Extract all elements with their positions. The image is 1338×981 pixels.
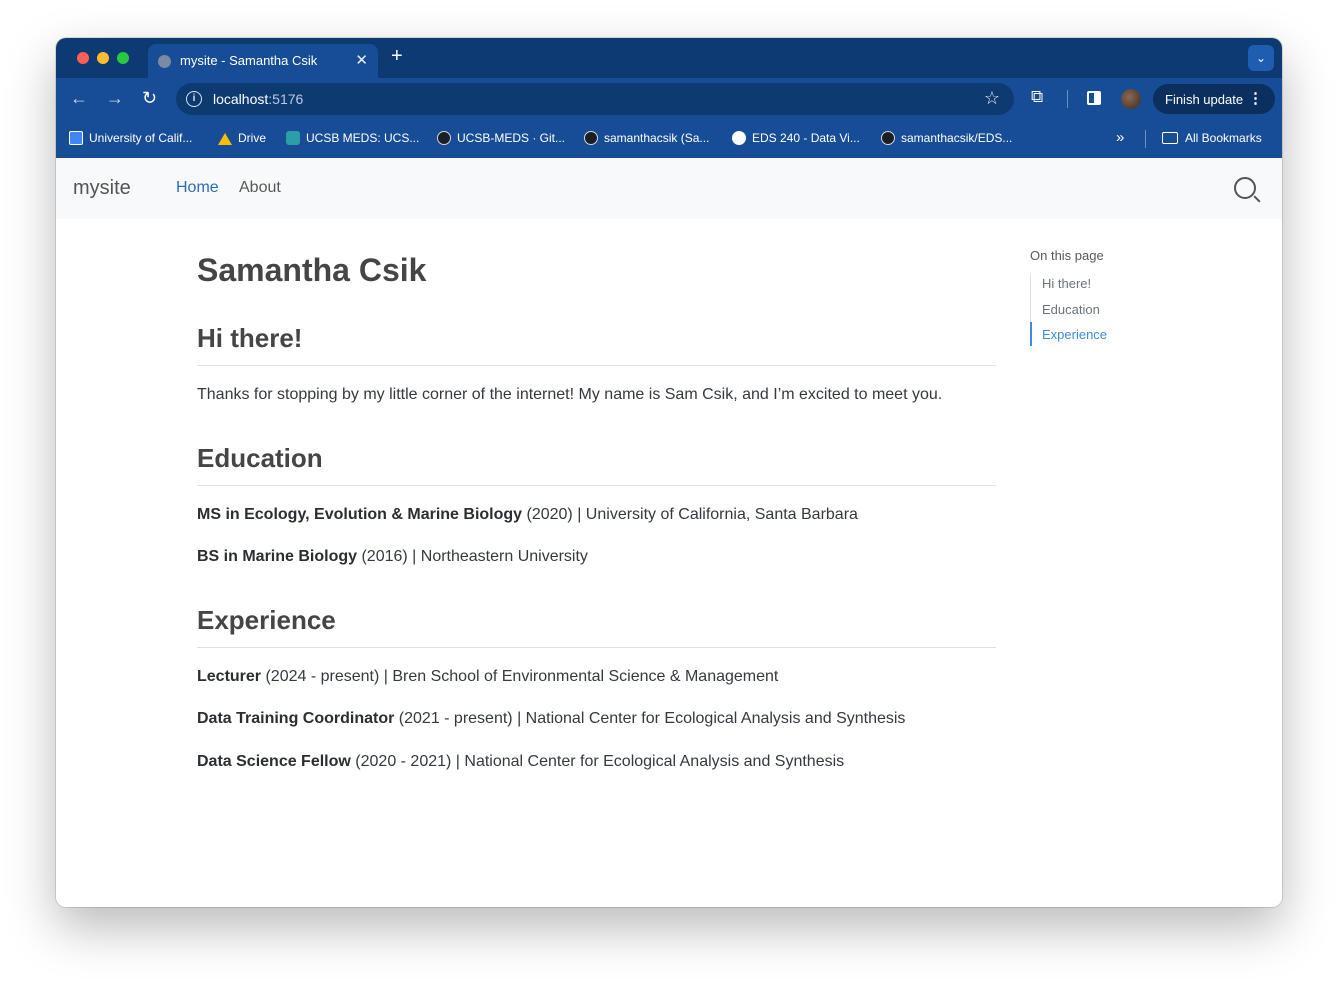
- back-button[interactable]: ←: [70, 88, 88, 109]
- tab-search-button[interactable]: ⌄: [1248, 45, 1274, 71]
- degree: MS in Ecology, Evolution & Marine Biolog…: [197, 506, 523, 523]
- site-info-icon[interactable]: i: [186, 91, 202, 107]
- divider: [197, 647, 996, 648]
- menu-dots-icon: ⋮: [1248, 90, 1263, 107]
- new-tab-button[interactable]: +: [391, 45, 403, 68]
- bookmarks-bar: University of Calif... Drive UCSB MEDS: …: [56, 120, 1282, 158]
- github-icon: [584, 131, 598, 145]
- education-item: MS in Ecology, Evolution & Marine Biolog…: [197, 506, 858, 524]
- toolbar-divider: [1067, 90, 1068, 108]
- extensions-icon[interactable]: ⧉: [1031, 87, 1043, 107]
- bookmark-label: UCSB-MEDS · Git...: [457, 131, 566, 145]
- browser-toolbar: ← → ↻ i localhost:5176 ☆ ⧉ Finish update…: [56, 78, 1282, 120]
- role-detail: (2024 - present) | Bren School of Enviro…: [261, 668, 779, 685]
- bookmark-label: samanthacsik/EDS...: [901, 131, 1013, 145]
- calendar-icon: [69, 131, 83, 145]
- bookmark-ucsb-meds-github[interactable]: UCSB-MEDS · Git...: [437, 131, 565, 145]
- bookmark-samanthacsik-eds[interactable]: samanthacsik/EDS...: [881, 131, 1012, 145]
- toc-list: Hi there! Education Experience: [1030, 274, 1141, 346]
- finish-update-label: Finish update: [1165, 92, 1244, 107]
- toc-item-experience[interactable]: Experience: [1042, 327, 1107, 342]
- url-text[interactable]: localhost:5176: [213, 91, 303, 107]
- heading-experience: Experience: [197, 605, 336, 635]
- role: Data Science Fellow: [197, 753, 351, 770]
- tab-active[interactable]: mysite - Samantha Csik ✕: [148, 44, 378, 78]
- bookmarks-overflow-button[interactable]: »: [1116, 129, 1124, 146]
- bookmark-label: University of Calif...: [89, 131, 193, 145]
- bookmark-eds240[interactable]: EDS 240 - Data Vi...: [732, 131, 860, 145]
- address-bar[interactable]: i localhost:5176 ☆: [176, 83, 1014, 115]
- bookmark-label: UCSB MEDS: UCS...: [306, 131, 420, 145]
- toc-item-education[interactable]: Education: [1042, 302, 1100, 317]
- minimize-window-button[interactable]: [97, 52, 109, 64]
- folder-icon: [1162, 132, 1178, 144]
- education-item: BS in Marine Biology (2016) | Northeaste…: [197, 548, 588, 566]
- url-host: localhost: [213, 91, 269, 107]
- globe-icon: [732, 131, 746, 145]
- tab-strip: mysite - Samantha Csik ✕ + ⌄: [56, 38, 1282, 78]
- bookmark-drive[interactable]: Drive: [218, 131, 266, 145]
- role: Data Training Coordinator: [197, 710, 395, 727]
- toc-item-hi-there[interactable]: Hi there!: [1042, 276, 1091, 291]
- site-brand[interactable]: mysite: [73, 177, 131, 200]
- finish-update-button[interactable]: Finish update ⋮: [1153, 84, 1275, 114]
- toc-title: On this page: [1030, 248, 1104, 263]
- degree-detail: (2020) | University of California, Santa…: [522, 506, 858, 523]
- bookmark-label: EDS 240 - Data Vi...: [752, 131, 860, 145]
- bookmark-label: Drive: [238, 131, 267, 145]
- close-icon[interactable]: ✕: [355, 51, 368, 69]
- degree: BS in Marine Biology: [197, 548, 358, 565]
- forward-button[interactable]: →: [106, 88, 124, 109]
- web-page: mysite Home About Samantha Csik Hi there…: [56, 158, 1282, 907]
- github-icon: [437, 131, 451, 145]
- tab-title: mysite - Samantha Csik: [180, 53, 318, 68]
- role: Lecturer: [197, 668, 262, 685]
- bookmark-label: samanthacsik (Sa...: [604, 131, 710, 145]
- intro-text: Thanks for stopping by my little corner …: [197, 386, 943, 403]
- browser-window: mysite - Samantha Csik ✕ + ⌄ ← → ↻ i loc…: [56, 38, 1282, 907]
- page-title: Samantha Csik: [197, 252, 427, 288]
- all-bookmarks-button[interactable]: All Bookmarks: [1162, 131, 1262, 145]
- role-detail: (2020 - 2021) | National Center for Ecol…: [350, 753, 845, 770]
- bookmark-university[interactable]: University of Calif...: [69, 131, 192, 145]
- divider: [197, 365, 996, 366]
- github-icon: [881, 131, 895, 145]
- nav-about[interactable]: About: [239, 179, 281, 197]
- globe-icon: [158, 55, 171, 68]
- close-window-button[interactable]: [77, 52, 89, 64]
- url-port: :5176: [268, 91, 304, 107]
- experience-item: Data Science Fellow (2020 - 2021) | Nati…: [197, 753, 844, 771]
- search-icon[interactable]: [1234, 177, 1256, 199]
- maximize-window-button[interactable]: [117, 52, 129, 64]
- bookmark-samanthacsik[interactable]: samanthacsik (Sa...: [584, 131, 709, 145]
- bookmarks-divider: [1145, 130, 1146, 148]
- all-bookmarks-label: All Bookmarks: [1185, 131, 1262, 145]
- reload-button[interactable]: ↻: [142, 88, 157, 109]
- drive-icon: [218, 133, 232, 145]
- heading-hi-there: Hi there!: [197, 323, 303, 353]
- experience-item: Data Training Coordinator (2021 - presen…: [197, 710, 905, 728]
- site-navbar: mysite Home About: [56, 158, 1282, 219]
- bookmark-ucsb-meds[interactable]: UCSB MEDS: UCS...: [286, 131, 419, 145]
- experience-item: Lecturer (2024 - present) | Bren School …: [197, 668, 778, 686]
- meds-icon: [286, 131, 300, 145]
- side-panel-icon[interactable]: [1087, 91, 1101, 105]
- toc-active-indicator: [1030, 322, 1032, 346]
- divider: [197, 485, 996, 486]
- degree-detail: (2016) | Northeastern University: [357, 548, 588, 565]
- nav-home[interactable]: Home: [176, 179, 219, 197]
- heading-education: Education: [197, 443, 323, 473]
- profile-avatar[interactable]: [1121, 89, 1141, 109]
- bookmark-star-icon[interactable]: ☆: [984, 88, 1000, 109]
- role-detail: (2021 - present) | National Center for E…: [394, 710, 906, 727]
